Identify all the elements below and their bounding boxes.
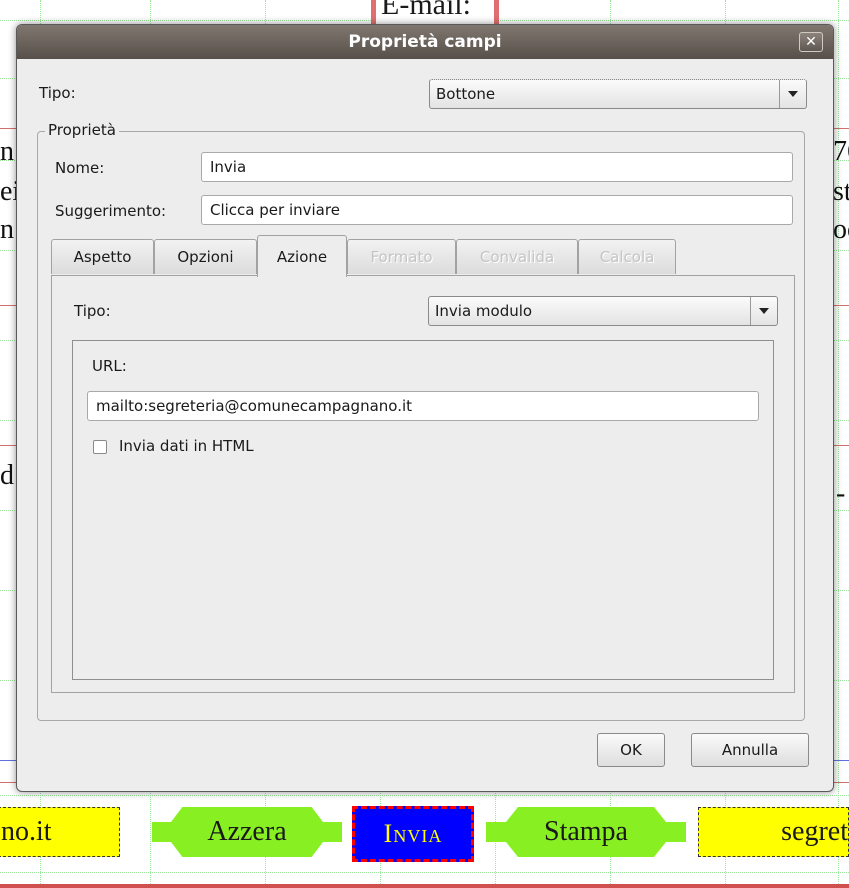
name-input[interactable]: Invia [201,152,793,182]
chevron-down-icon [750,297,777,325]
page-rule [0,884,849,888]
chevron-down-icon [779,80,806,108]
action-type-label: Tipo: [74,302,111,320]
tab-options[interactable]: Opzioni [154,239,257,274]
action-tab-panel: Tipo: Invia modulo URL: mailto:segreteri… [51,275,795,693]
document-secretary-field[interactable]: segret [698,807,849,857]
document-reset-button[interactable]: Azzera [152,807,342,857]
action-type-select[interactable]: Invia modulo [428,296,778,326]
grid-line [838,0,839,888]
send-html-label[interactable]: Invia dati in HTML [119,437,254,455]
text-fragment: - [836,478,846,509]
url-label: URL: [92,357,127,375]
close-icon: ✕ [805,34,817,50]
field-type-value: Bottone [436,85,496,103]
tab-appearance[interactable]: Aspetto [51,239,154,274]
url-input[interactable]: mailto:segreteria@comunecampagnano.it [87,391,759,421]
field-properties-dialog: Proprietà campi ✕ Tipo: Bottone Propriet… [16,24,834,792]
ok-button[interactable]: OK [597,733,665,767]
text-fragment: oc [833,214,849,245]
text-fragment: d [0,460,14,491]
send-html-checkbox[interactable] [93,440,107,454]
tooltip-input[interactable]: Clicca per inviare [201,195,793,225]
document-submit-button[interactable]: Invia [352,806,474,862]
text-fragment: st [833,176,849,207]
field-type-select[interactable]: Bottone [429,79,807,109]
dialog-title: Proprietà campi [348,32,502,52]
field-type-label: Tipo: [39,84,76,102]
grid-line [0,795,849,796]
document-print-button[interactable]: Stampa [486,807,686,857]
tab-calculate: Calcola [578,239,676,274]
tab-format: Formato [347,239,456,274]
properties-group-label: Proprietà [45,121,119,139]
tab-action[interactable]: Azione [257,235,347,277]
action-settings-frame: URL: mailto:segreteria@comunecampagnano.… [72,340,774,680]
document-submit-label: Invia [383,819,443,848]
dialog-titlebar[interactable]: Proprietà campi ✕ [17,25,833,59]
cancel-button[interactable]: Annulla [691,733,809,767]
email-label: E-mail: [381,0,471,21]
text-fragment: n [0,136,14,167]
close-button[interactable]: ✕ [799,32,823,52]
tooltip-label: Suggerimento: [55,202,167,220]
document-email-field[interactable]: no.it [0,807,120,857]
name-label: Nome: [55,159,105,177]
action-type-value: Invia modulo [435,302,533,320]
grid-line [0,872,849,873]
tab-validation: Convalida [456,239,578,274]
text-fragment: n [0,214,14,245]
text-fragment: 76 [833,136,849,167]
